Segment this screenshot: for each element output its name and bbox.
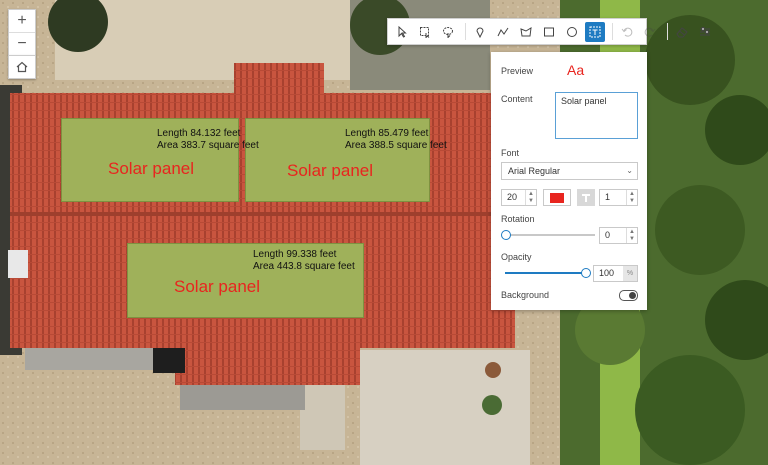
polyline-tool-button[interactable] xyxy=(493,22,513,42)
measurement-label: Length 85.479 feet Area 388.5 square fee… xyxy=(345,128,447,152)
font-select-value: Arial Regular xyxy=(508,166,561,176)
zoom-in-button[interactable]: + xyxy=(9,10,35,33)
area-text: Area 383.7 square feet xyxy=(157,140,259,151)
rectangle-tool-button[interactable] xyxy=(539,22,559,42)
background-label: Background xyxy=(501,290,550,300)
undo-icon xyxy=(621,27,633,37)
zoom-out-button[interactable]: − xyxy=(9,33,35,55)
content-label: Content xyxy=(501,94,533,104)
opacity-slider-thumb[interactable] xyxy=(581,268,591,278)
rotation-value: 0 xyxy=(605,230,611,240)
text-color-chip xyxy=(550,192,564,203)
halo-size-stepper[interactable]: ▲ ▼ xyxy=(626,190,637,205)
font-select[interactable]: Arial Regular ⌄ xyxy=(501,162,638,180)
opacity-unit: % xyxy=(623,266,637,281)
background-toggle[interactable] xyxy=(619,290,638,301)
undo-button[interactable] xyxy=(617,22,637,42)
freehand-polygon-icon xyxy=(520,26,532,36)
chevron-down-icon: ⌄ xyxy=(626,166,633,175)
toolbar-divider xyxy=(612,23,613,40)
rotation-label: Rotation xyxy=(501,214,535,224)
area-text: Area 388.5 square feet xyxy=(345,140,447,151)
text-graphic[interactable]: Solar panel xyxy=(174,277,260,297)
redo-button[interactable] xyxy=(640,22,660,42)
lasso-select-icon xyxy=(443,26,453,38)
length-text: Length 85.479 feet xyxy=(345,128,429,139)
home-icon xyxy=(16,61,28,73)
measurement-label: Length 99.338 feet Area 443.8 square fee… xyxy=(253,249,355,273)
point-tool-button[interactable] xyxy=(470,22,490,42)
area-text: Area 443.8 square feet xyxy=(253,261,355,272)
opacity-value: 100 xyxy=(599,268,615,278)
lasso-select-button[interactable] xyxy=(438,22,458,42)
rotation-slider-thumb[interactable] xyxy=(501,230,511,240)
rotation-input[interactable]: 0 ▲ ▼ xyxy=(599,227,638,244)
halo-size-value: 1 xyxy=(605,192,611,202)
map-view[interactable]: Solar panel Solar panel Solar panel Leng… xyxy=(0,0,768,465)
text-icon xyxy=(589,26,601,37)
toolbar-divider xyxy=(465,23,466,40)
content-textarea[interactable]: Solar panel xyxy=(555,92,638,139)
length-text: Length 99.338 feet xyxy=(253,249,337,260)
preview-text: Aa xyxy=(567,62,585,78)
settings-button[interactable] xyxy=(695,22,715,42)
length-text: Length 84.132 feet xyxy=(157,128,241,139)
point-icon xyxy=(476,27,484,38)
sketch-toolbar xyxy=(387,18,710,45)
text-color-swatch[interactable] xyxy=(543,189,571,206)
toggle-knob xyxy=(629,292,636,299)
redo-icon xyxy=(644,27,656,37)
halo-size-input[interactable]: 1 ▲ ▼ xyxy=(599,189,638,206)
aerial-imagery xyxy=(0,0,768,465)
text-graphic[interactable]: Solar panel xyxy=(287,161,373,181)
rectangle-icon xyxy=(544,27,554,36)
font-label: Font xyxy=(501,148,520,158)
opacity-label: Opacity xyxy=(501,252,532,262)
freehand-polygon-button[interactable] xyxy=(516,22,536,42)
halo-color-button[interactable] xyxy=(577,189,595,206)
rotation-slider-track[interactable] xyxy=(505,234,595,236)
eraser-button[interactable] xyxy=(672,22,692,42)
text-graphic[interactable]: Solar panel xyxy=(108,159,194,179)
text-tool-button[interactable] xyxy=(585,21,605,42)
rectangle-select-button[interactable] xyxy=(415,22,435,42)
toolbar-divider xyxy=(667,23,668,40)
font-size-value: 20 xyxy=(507,192,518,202)
opacity-input[interactable]: 100 % xyxy=(593,265,638,282)
select-tool-button[interactable] xyxy=(392,22,412,42)
circle-tool-button[interactable] xyxy=(562,22,582,42)
settings-icon xyxy=(700,26,710,35)
home-button[interactable] xyxy=(8,55,36,79)
rectangle-select-icon xyxy=(420,26,430,38)
polyline-icon xyxy=(497,27,509,36)
measurement-label: Length 84.132 feet Area 383.7 square fee… xyxy=(157,128,259,152)
zoom-control: + − xyxy=(8,9,36,56)
font-size-input[interactable]: 20 ▲ ▼ xyxy=(501,189,537,206)
font-size-stepper[interactable]: ▲ ▼ xyxy=(525,190,536,205)
select-icon xyxy=(398,25,407,38)
text-halo-icon xyxy=(582,193,590,202)
eraser-icon xyxy=(676,26,688,37)
preview-label: Preview xyxy=(501,66,534,76)
opacity-slider-track[interactable] xyxy=(505,272,585,274)
text-style-panel: Preview Aa Content Solar panel Font Aria… xyxy=(491,52,647,310)
circle-icon xyxy=(567,26,577,37)
rotation-stepper[interactable]: ▲ ▼ xyxy=(626,228,637,243)
